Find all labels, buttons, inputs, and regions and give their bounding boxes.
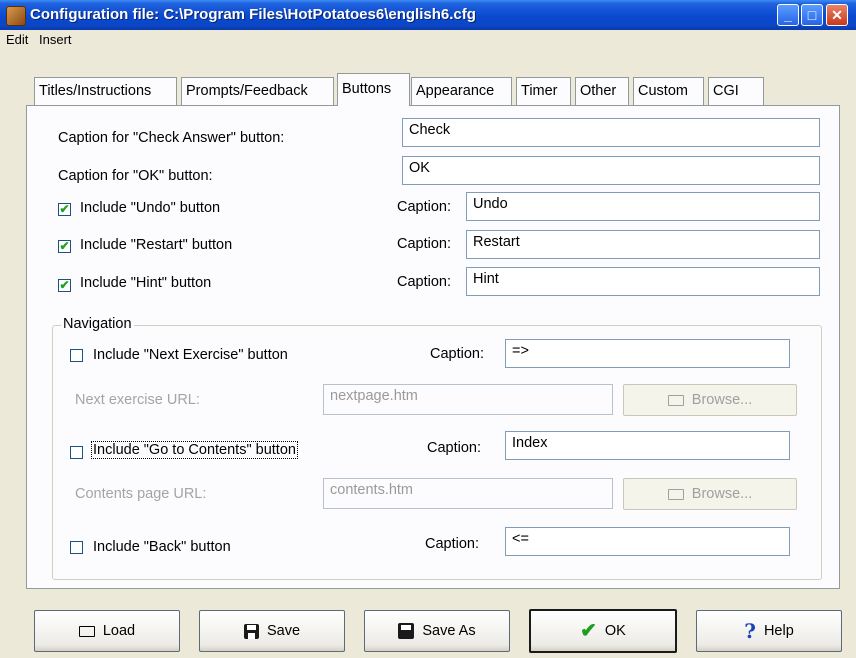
maximize-button[interactable]: □ xyxy=(801,4,823,26)
tab-appearance[interactable]: Appearance xyxy=(411,77,512,105)
browse-label: Browse... xyxy=(691,392,753,408)
back-caption-label: Caption: xyxy=(425,536,480,552)
tab-buttons[interactable]: Buttons xyxy=(337,73,410,106)
close-button[interactable]: ✕ xyxy=(826,4,848,26)
check-answer-label: Caption for "Check Answer" button: xyxy=(58,130,285,146)
menu-edit[interactable]: Edit xyxy=(6,32,28,47)
tab-titles-instructions[interactable]: Titles/Instructions xyxy=(34,77,177,105)
go-to-contents-caption-input[interactable]: Index xyxy=(505,431,790,460)
restart-caption-label: Caption: xyxy=(397,236,452,252)
next-exercise-label: Include "Next Exercise" button xyxy=(93,347,288,363)
tab-prompts-feedback[interactable]: Prompts/Feedback xyxy=(181,77,334,105)
tab-other[interactable]: Other xyxy=(575,77,629,105)
next-exercise-url-input[interactable]: nextpage.htm xyxy=(323,384,613,415)
go-to-contents-caption-label: Caption: xyxy=(427,440,482,456)
go-to-contents-label: Include "Go to Contents" button xyxy=(91,441,298,459)
tab-timer[interactable]: Timer xyxy=(516,77,571,105)
save-as-label: Save As xyxy=(422,623,476,639)
hint-caption-label: Caption: xyxy=(397,274,452,290)
save-as-button[interactable]: Save As xyxy=(364,610,510,652)
ok-label: OK xyxy=(604,623,626,639)
save-as-disk-icon xyxy=(398,623,415,639)
go-to-contents-checkbox[interactable] xyxy=(70,446,83,459)
menu-insert[interactable]: Insert xyxy=(39,32,72,47)
next-exercise-caption-input[interactable]: => xyxy=(505,339,790,368)
folder-open-icon xyxy=(78,625,95,637)
undo-checkbox[interactable]: ✔ xyxy=(58,203,71,216)
tab-cgi[interactable]: CGI xyxy=(708,77,764,105)
undo-caption-input[interactable]: Undo xyxy=(466,192,820,221)
restart-checkbox[interactable]: ✔ xyxy=(58,240,71,253)
contents-page-url-label: Contents page URL: xyxy=(75,486,207,502)
ok-caption-label: Caption for "OK" button: xyxy=(58,168,213,184)
check-answer-caption-input[interactable]: Check xyxy=(402,118,820,147)
help-button[interactable]: ? Help xyxy=(696,610,842,652)
restart-label: Include "Restart" button xyxy=(80,237,233,253)
menu-bar xyxy=(0,30,856,50)
load-button[interactable]: Load xyxy=(34,610,180,652)
browse-label: Browse... xyxy=(691,486,753,502)
next-exercise-browse-button[interactable]: Browse... xyxy=(623,384,797,416)
undo-caption-label: Caption: xyxy=(397,199,452,215)
save-button[interactable]: Save xyxy=(199,610,345,652)
floppy-disk-icon xyxy=(243,623,259,639)
save-label: Save xyxy=(266,623,301,639)
folder-open-icon xyxy=(667,488,684,500)
undo-label: Include "Undo" button xyxy=(80,200,221,216)
app-icon[interactable] xyxy=(6,6,26,26)
contents-browse-button[interactable]: Browse... xyxy=(623,478,797,510)
ok-caption-input[interactable]: OK xyxy=(402,156,820,185)
next-exercise-url-label: Next exercise URL: xyxy=(75,392,200,408)
hint-label: Include "Hint" button xyxy=(80,275,212,291)
ok-button[interactable]: ✔ OK xyxy=(529,609,677,653)
folder-open-icon xyxy=(667,394,684,406)
window-title: Configuration file: C:\Program Files\Hot… xyxy=(30,6,476,23)
tab-custom[interactable]: Custom xyxy=(633,77,704,105)
contents-page-url-input[interactable]: contents.htm xyxy=(323,478,613,509)
hint-caption-input[interactable]: Hint xyxy=(466,267,820,296)
load-label: Load xyxy=(102,623,136,639)
back-checkbox[interactable] xyxy=(70,541,83,554)
question-mark-icon: ? xyxy=(744,619,756,643)
next-exercise-caption-label: Caption: xyxy=(430,346,485,362)
next-exercise-checkbox[interactable] xyxy=(70,349,83,362)
help-label: Help xyxy=(763,623,794,639)
restart-caption-input[interactable]: Restart xyxy=(466,230,820,259)
hint-checkbox[interactable]: ✔ xyxy=(58,279,71,292)
checkmark-icon: ✔ xyxy=(580,620,597,642)
back-caption-input[interactable]: <= xyxy=(505,527,790,556)
navigation-group-label: Navigation xyxy=(61,316,134,332)
minimize-button[interactable]: _ xyxy=(777,4,799,26)
back-label: Include "Back" button xyxy=(93,539,231,555)
